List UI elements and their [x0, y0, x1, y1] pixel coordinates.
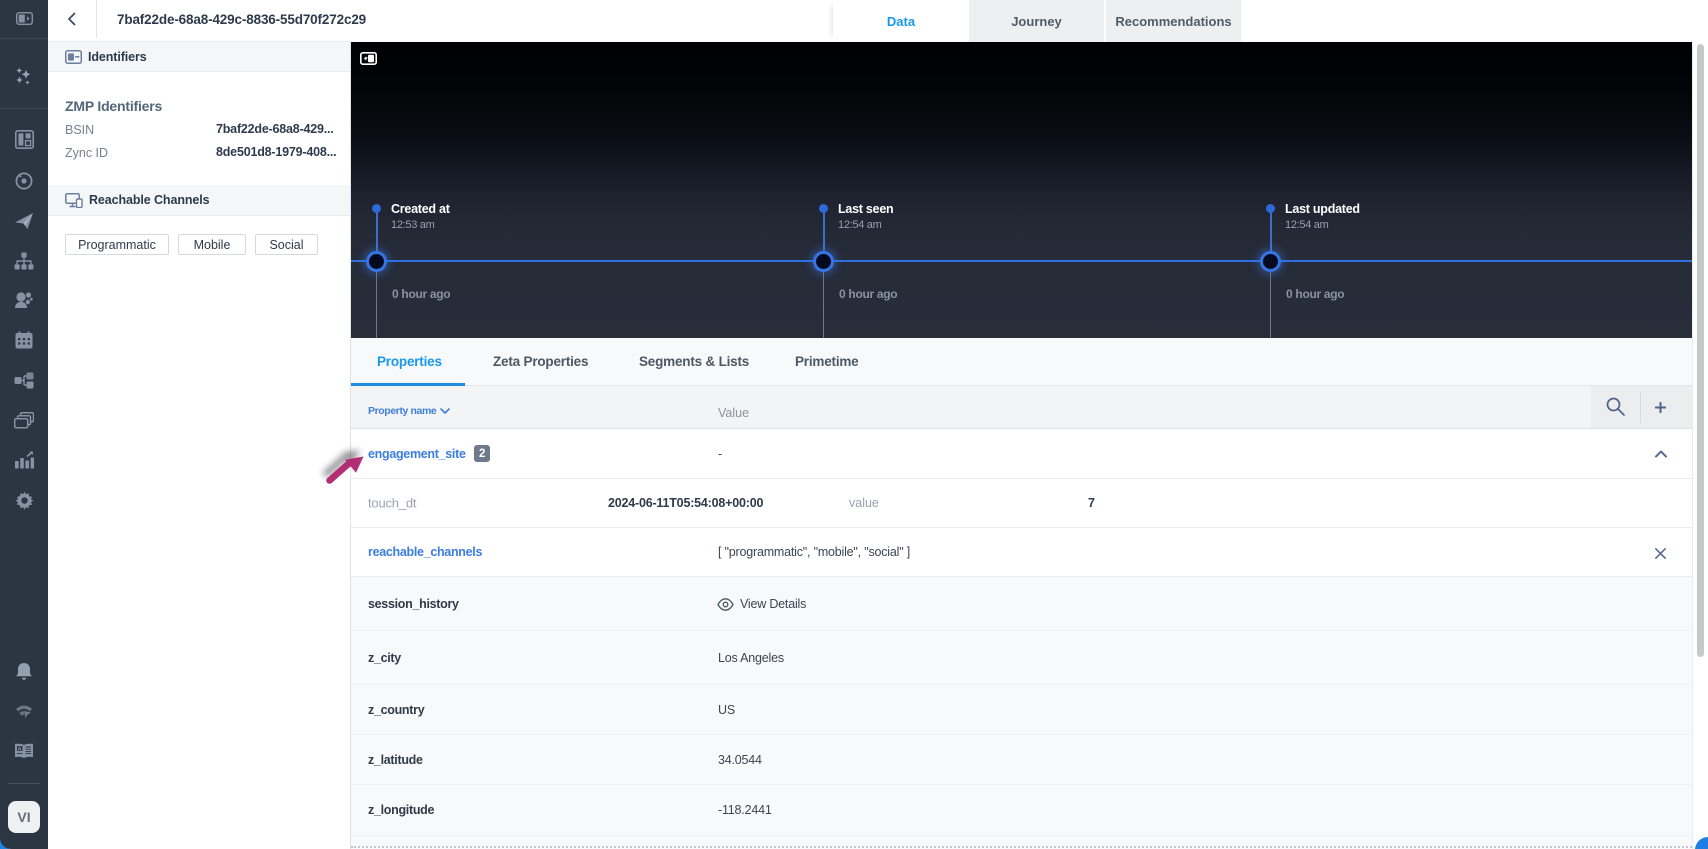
svg-text:A: A: [18, 747, 22, 753]
